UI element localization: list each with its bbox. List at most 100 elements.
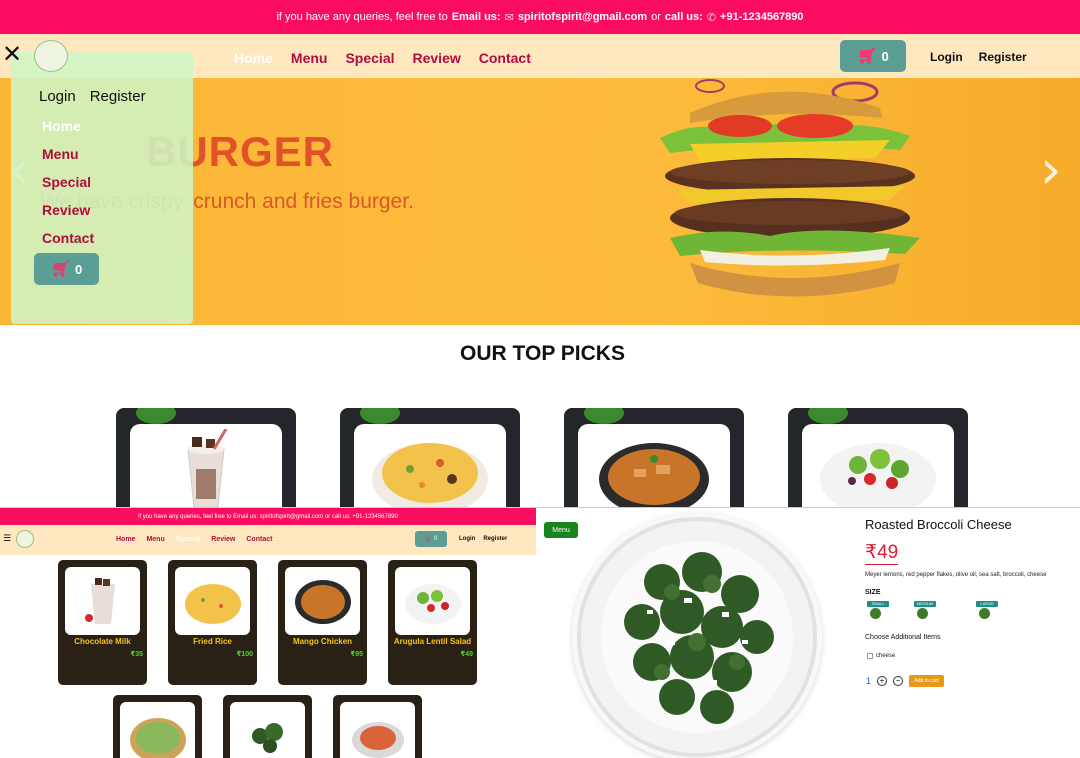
menu-button[interactable]: Menu: [544, 522, 578, 538]
mini-cart-button[interactable]: 🛒︎ 0: [415, 531, 447, 547]
quantity-stepper: 1 + −: [866, 676, 904, 686]
card-name: Chocolate Milk: [74, 637, 131, 646]
card-name: Mango Chicken: [292, 637, 353, 646]
mini-nav-review[interactable]: Review: [211, 536, 235, 543]
card-name: Fried Rice: [193, 637, 232, 646]
phone-icon: ✆: [706, 11, 717, 24]
nav-menu[interactable]: Menu: [291, 50, 328, 66]
card-price: ₹95: [350, 651, 363, 658]
side-cart-button[interactable]: 🛒︎ 0: [34, 253, 99, 285]
mini-nav-contact[interactable]: Contact: [246, 536, 272, 543]
pick-card-mango-chicken[interactable]: [564, 408, 744, 508]
register-link[interactable]: Register: [979, 50, 1027, 64]
minus-icon[interactable]: −: [893, 676, 904, 686]
announcement-bar: if you have any queries, feel free to Em…: [0, 0, 1080, 34]
product-detail: Menu Roasted Broccoli Cheese ₹49 Meyer l…: [536, 507, 1080, 758]
size-medium-label: MEDIUM: [914, 601, 936, 607]
mini-nav-menu[interactable]: Menu: [146, 536, 164, 543]
card-price: ₹35: [130, 651, 143, 658]
menu-card-salad-bowl[interactable]: [113, 695, 202, 758]
side-nav-contact[interactable]: Contact: [42, 230, 94, 248]
side-auth: Login Register: [39, 88, 146, 105]
side-nav-review[interactable]: Review: [42, 202, 94, 220]
pick-card-chocolate-milk[interactable]: [116, 408, 296, 508]
cart-count: 0: [881, 48, 889, 64]
mini-login[interactable]: Login: [459, 536, 475, 542]
addon-cheese-label: cheese: [876, 653, 896, 659]
product-description: Meyer lemons, red pepper flakes, olive o…: [865, 572, 1047, 578]
side-nav-menu[interactable]: Menu: [42, 146, 94, 164]
announcement-text: if you have any queries, feel free to: [276, 11, 448, 23]
menu-card-mango-chicken[interactable]: Mango Chicken ₹95: [278, 560, 367, 685]
nav-links: Home Menu Special Review Contact: [234, 50, 531, 66]
cart-icon: 🛒︎: [50, 261, 72, 278]
size-small-label: SMALL: [867, 601, 889, 607]
mango-chicken-image: [599, 443, 709, 508]
side-register-link[interactable]: Register: [90, 88, 146, 105]
size-label: SIZE: [865, 589, 881, 596]
salad-image: [820, 443, 936, 508]
side-links: Home Menu Special Review Contact: [42, 118, 94, 248]
fried-rice-image: [372, 443, 488, 508]
phone-link[interactable]: +91-1234567890: [720, 11, 804, 23]
mini-nav-special[interactable]: Special: [176, 536, 201, 543]
pick-card-arugula-salad[interactable]: [788, 408, 968, 508]
side-menu: Login Register Home Menu Special Review …: [11, 52, 193, 324]
mini-register[interactable]: Register: [483, 536, 507, 542]
size-option-small[interactable]: SMALL: [867, 601, 893, 621]
side-nav-home[interactable]: Home: [42, 118, 94, 136]
chocolate-milk-image: [187, 429, 228, 508]
add-to-cart-button[interactable]: Add to cart: [909, 675, 944, 687]
section-title: OUR TOP PICKS: [460, 342, 625, 365]
product-title: Roasted Broccoli Cheese: [865, 517, 1012, 532]
size-option-large[interactable]: LARGE: [976, 601, 1002, 621]
logo[interactable]: [34, 40, 68, 72]
email-link[interactable]: spiritofspirit@gmail.com: [518, 11, 647, 23]
burger-image: [660, 79, 920, 297]
carousel-next-icon[interactable]: ›: [1040, 138, 1062, 201]
menu-card-fried-rice[interactable]: Fried Rice ₹100: [168, 560, 257, 685]
menu-card-broccoli[interactable]: [223, 695, 312, 758]
addons-label: Choose Additional Items: [865, 634, 941, 641]
mini-auth: Login Register: [459, 536, 507, 542]
menu-card-arugula-salad[interactable]: Arugula Lentil Salad ₹49: [388, 560, 477, 685]
mini-preview-menu-page: if you have any queries, feel free to Em…: [0, 507, 536, 758]
mini-nav-home[interactable]: Home: [116, 536, 135, 543]
product-price: ₹49: [865, 542, 899, 565]
card-price: ₹49: [460, 651, 473, 658]
size-option-medium[interactable]: MEDIUM: [914, 601, 940, 621]
mini-cart-count: 0: [434, 536, 438, 542]
close-icon[interactable]: ✕: [2, 40, 22, 68]
pick-card-fried-rice[interactable]: [340, 408, 520, 508]
broccoli-plate-image: [572, 512, 822, 758]
side-login-link[interactable]: Login: [39, 88, 76, 105]
cart-icon: 🛒︎: [424, 536, 433, 543]
side-nav-special[interactable]: Special: [42, 174, 94, 192]
checkbox-icon[interactable]: [867, 653, 873, 659]
nav-special[interactable]: Special: [345, 50, 394, 66]
mini-nav-links: Home Menu Special Review Contact: [116, 536, 272, 543]
auth-links: Login Register: [930, 50, 1027, 64]
nav-home[interactable]: Home: [234, 50, 273, 66]
menu-card-chocolate-milk[interactable]: Chocolate Milk ₹35: [58, 560, 147, 685]
mini-logo[interactable]: [16, 530, 34, 548]
login-link[interactable]: Login: [930, 50, 963, 64]
quantity-value: 1: [866, 676, 872, 686]
side-cart-count: 0: [75, 261, 83, 277]
plus-icon[interactable]: +: [877, 676, 888, 686]
nav-contact[interactable]: Contact: [479, 50, 531, 66]
nav-review[interactable]: Review: [413, 50, 461, 66]
cart-icon: 🛒︎: [857, 48, 878, 65]
call-label: call us:: [664, 11, 703, 23]
menu-card-pasta[interactable]: [333, 695, 422, 758]
or-text: or: [651, 11, 661, 23]
addon-cheese[interactable]: cheese: [867, 653, 895, 659]
mini-announcement: if you have any queries, feel free to Em…: [0, 508, 536, 525]
card-name: Arugula Lentil Salad: [393, 637, 472, 646]
cart-button[interactable]: 🛒︎ 0: [840, 40, 906, 72]
card-price: ₹100: [236, 651, 253, 658]
hamburger-icon[interactable]: ☰: [3, 533, 11, 544]
size-large-label: LARGE: [976, 601, 998, 607]
mail-icon: ✉: [504, 11, 514, 24]
mini-navbar: ☰ Home Menu Special Review Contact 🛒︎ 0 …: [0, 525, 536, 555]
